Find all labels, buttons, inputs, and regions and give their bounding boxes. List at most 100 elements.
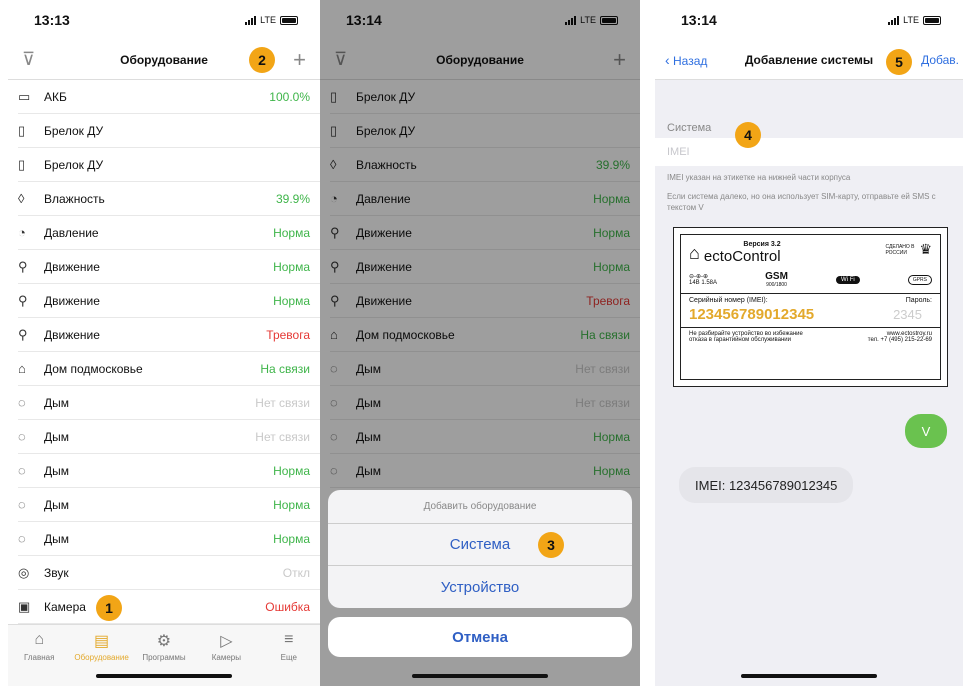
step-badge: 4 (735, 122, 761, 148)
equipment-name: Брелок ДУ (44, 157, 104, 172)
imei-hint: IMEI указан на этикетке на нижней части … (667, 173, 851, 182)
equipment-row[interactable]: ◌ Дым Нет связи (18, 386, 320, 420)
equipment-list: ▭ АКБ 100.0% ▯ Брелок ДУ ▯ Брелок ДУ ◊ Влажность… (8, 80, 320, 624)
signal-indicator: LTE (245, 15, 298, 25)
tab-label: Программы (142, 653, 186, 662)
imei-input[interactable]: IMEI (655, 138, 963, 166)
equipment-name: Дом подмосковье (44, 361, 143, 376)
label-power-block: ⊖-⊕-⊕ 14В 1.58А (689, 273, 717, 286)
equipment-status: Норма (273, 225, 310, 240)
nav-bar: ‹ Назад Добавление системы Добав. (655, 40, 963, 80)
equipment-row[interactable]: ◌ Дым Норма (18, 488, 320, 522)
back-label: Назад (673, 53, 708, 68)
sms-hint: Если система далеко, но она использует S… (667, 192, 936, 212)
house-device-icon: ⌂ (18, 361, 26, 376)
device-label-image: ⌂ Версия 3.2 ectoControl СДЕЛАНО В РОССИ… (673, 227, 948, 387)
back-button[interactable]: ‹ Назад (665, 52, 707, 68)
label-serial-caption: Серийный номер (IMEI): (689, 297, 768, 304)
equipment-row[interactable]: ◎ Звук Откл (18, 556, 320, 590)
equipment-status: Тревога (266, 327, 310, 342)
step-badge: 2 (249, 47, 275, 73)
motion-icon: ⚲ (18, 258, 28, 274)
home-icon: ⌂ (34, 631, 45, 648)
network-type: LTE (903, 15, 919, 25)
equipment-row[interactable]: ◔ Давление Норма (18, 216, 320, 250)
label-power: 14В 1.58А (689, 280, 718, 286)
equipment-name: Дым (44, 531, 70, 546)
tab-more[interactable]: ≡ Еще (259, 631, 319, 686)
equipment-status: Норма (273, 531, 310, 546)
ectocontrol-logo-icon: ⌂ (689, 243, 700, 263)
equipment-name: Брелок ДУ (44, 123, 104, 138)
add-icon[interactable]: + (293, 47, 306, 73)
equipment-row[interactable]: ▭ АКБ 100.0% (18, 80, 320, 114)
label-serial: 123456789012345 (689, 306, 815, 323)
smoke-icon: ◌ (18, 429, 26, 444)
equipment-row[interactable]: ◌ Дым Норма (18, 522, 320, 556)
equipment-row[interactable]: ◊ Влажность 39.9% (18, 182, 320, 216)
status-bar: 13:13 LTE (8, 0, 320, 40)
wifi-logo-icon: Wi Fi (836, 275, 860, 284)
humidity-icon: ◊ (18, 191, 25, 206)
equipment-status: Норма (273, 259, 310, 274)
equipment-row[interactable]: ⚲ Движение Норма (18, 250, 320, 284)
home-indicator (96, 674, 232, 678)
cameras-icon: ▷ (220, 633, 233, 650)
gprs-logo-icon: GPRS (907, 274, 932, 285)
motion-icon: ⚲ (18, 326, 28, 342)
label-gsm-block: GSM 900/1800 (765, 271, 788, 288)
add-device-button[interactable]: Устройство (328, 566, 632, 608)
equipment-status: 39.9% (275, 191, 310, 206)
equipment-status: Норма (273, 293, 310, 308)
equipment-screen: 13:13 LTE ⊽ Оборудование + ▭ АКБ 100.0% ▯ Бр… (8, 0, 320, 686)
smoke-icon: ◌ (18, 463, 26, 478)
equipment-row[interactable]: ▣ Камера Ошибка (18, 590, 320, 624)
label-password: 2345 (893, 307, 922, 322)
coat-of-arms-icon: ♛ (919, 241, 932, 257)
step-badge: 1 (96, 595, 122, 621)
add-system-button[interactable]: Система (328, 524, 632, 566)
equipment-row[interactable]: ▯ Брелок ДУ (18, 148, 320, 182)
motion-icon: ⚲ (18, 292, 28, 308)
tab-label: Камеры (211, 653, 241, 662)
signal-bars-icon (888, 15, 900, 25)
equipment-status: 100.0% (269, 89, 310, 104)
sms-outgoing: V (905, 414, 947, 448)
cancel-button[interactable]: Отмена (328, 617, 632, 657)
programs-icon: ⚙ (156, 633, 172, 650)
equipment-name: Дым (44, 395, 70, 410)
tab-label: Еще (280, 653, 297, 662)
equipment-name: АКБ (44, 89, 67, 104)
add-equipment-sheet: Добавить оборудование Система Устройство (328, 490, 632, 608)
tab-label: Оборудование (74, 653, 129, 662)
equipment-name: Камера (44, 599, 86, 614)
equipment-status: Нет связи (255, 429, 310, 444)
step-badge: 5 (886, 49, 912, 75)
equipment-row[interactable]: ⌂ Дом подмосковье На связи (18, 352, 320, 386)
equipment-row[interactable]: ⚲ Движение Тревога (18, 318, 320, 352)
tab-home[interactable]: ⌂ Главная (9, 631, 69, 686)
label-brand: ectoControl (703, 248, 781, 265)
smoke-icon: ◌ (18, 497, 26, 512)
equipment-name: Дым (44, 497, 70, 512)
equipment-status: На связи (260, 361, 310, 376)
label-warning: Не разбирайте устройство во избежание от… (689, 331, 803, 343)
more-icon: ≡ (284, 631, 294, 648)
equipment-status: Нет связи (255, 395, 310, 410)
equipment-status: Норма (273, 497, 310, 512)
equipment-row[interactable]: ◌ Дым Нет связи (18, 420, 320, 454)
gauge-icon: ◔ (18, 225, 26, 240)
label-gsm-bands: 900/1800 (766, 282, 787, 288)
equipment-row[interactable]: ▯ Брелок ДУ (18, 114, 320, 148)
calendar-icon: ▭ (18, 88, 31, 104)
add-button[interactable]: Добав. (921, 53, 959, 67)
equipment-row[interactable]: ◌ Дым Норма (18, 454, 320, 488)
filter-icon[interactable]: ⊽ (22, 49, 35, 70)
sheet-header: Добавить оборудование (328, 490, 632, 524)
equipment-name: Влажность (44, 191, 105, 206)
section-title: Система (667, 122, 712, 134)
device-label: ⌂ Версия 3.2 ectoControl СДЕЛАНО В РОССИ… (680, 234, 941, 380)
equipment-row[interactable]: ⚲ Движение Норма (18, 284, 320, 318)
keyfob-icon: ▯ (18, 156, 26, 172)
smoke-icon: ◌ (18, 531, 26, 546)
